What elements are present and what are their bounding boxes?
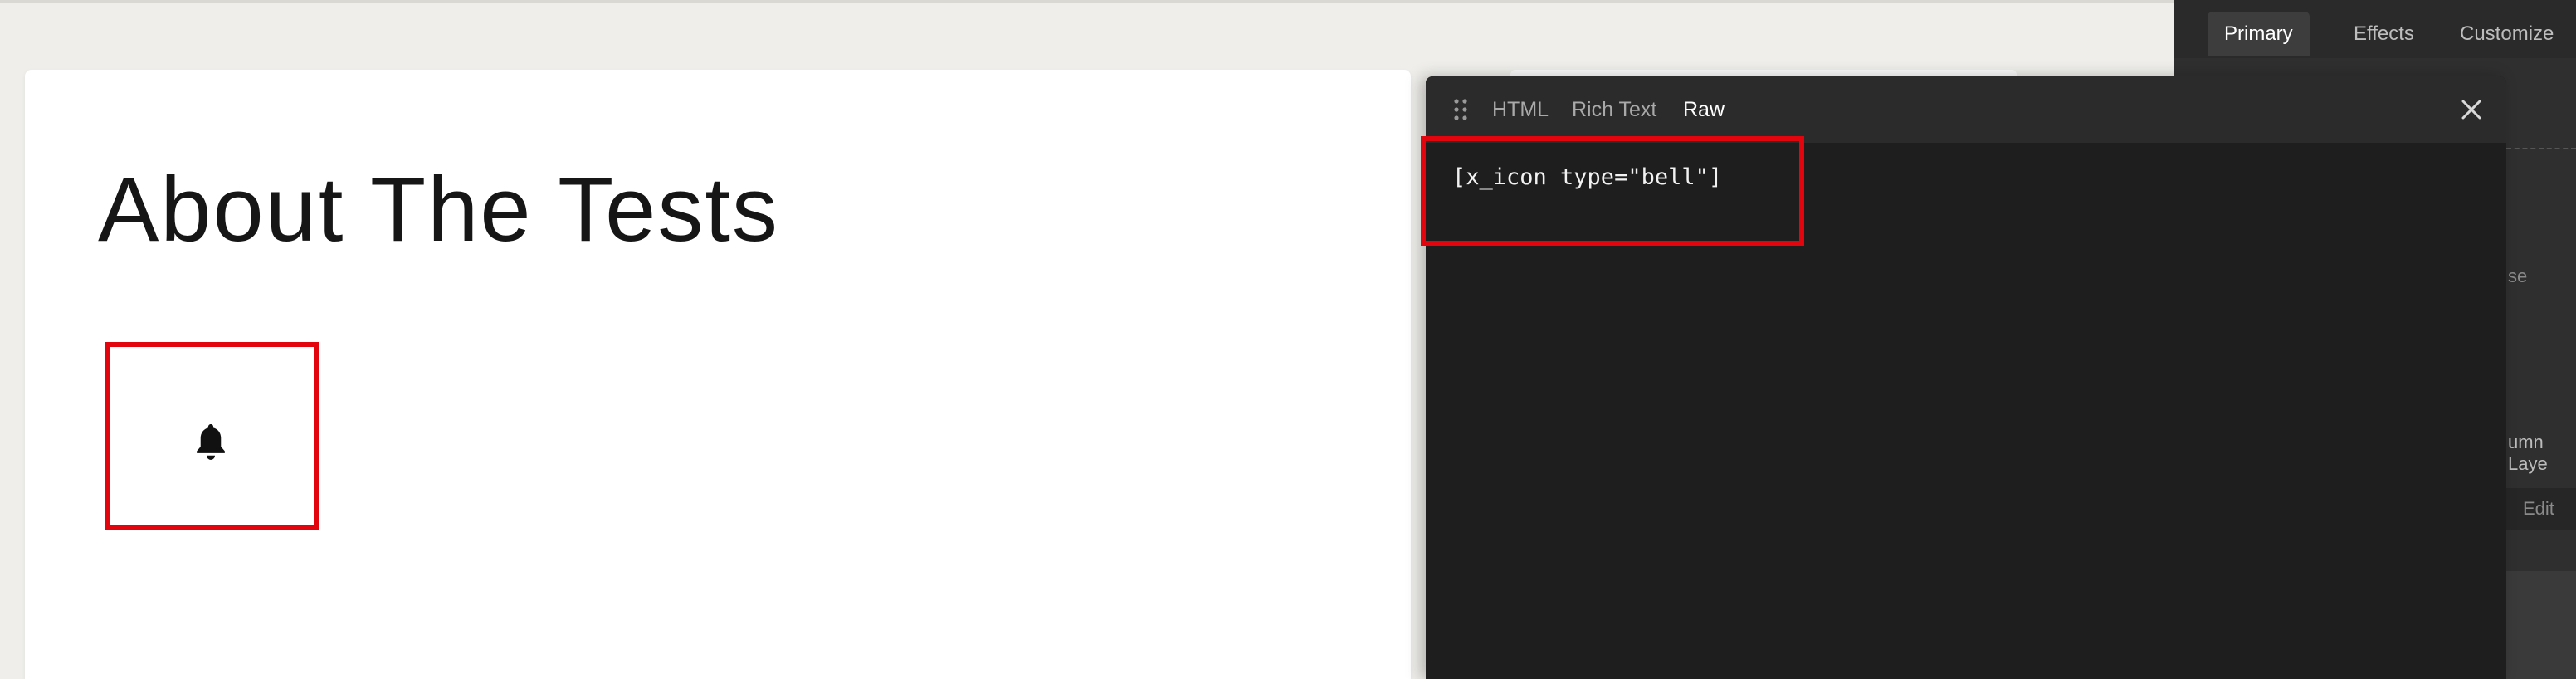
tab-effects[interactable]: Effects	[2337, 12, 2431, 56]
drag-handle-icon[interactable]	[1452, 98, 1469, 121]
code-highlight-box	[1421, 136, 1804, 246]
close-icon[interactable]	[2458, 96, 2485, 123]
column-layout-label: umn Laye	[2508, 432, 2548, 474]
tab-customize[interactable]: Customize	[2443, 12, 2570, 56]
tab-rich-text[interactable]: Rich Text	[1572, 76, 1656, 143]
editor-header: HTML Rich Text Raw	[1426, 76, 2506, 143]
tab-primary[interactable]: Primary	[2208, 12, 2310, 56]
edit-label: Edit	[2523, 498, 2554, 519]
inspector-tabs: Primary Effects Customize	[2174, 0, 2576, 58]
page-title: About The Tests	[98, 159, 779, 261]
edit-row[interactable]: Edit	[2506, 488, 2576, 530]
panel-partial-label: se	[2508, 266, 2528, 286]
top-border	[0, 0, 2174, 3]
code-editor-modal: HTML Rich Text Raw [x_icon type="bell"]	[1421, 76, 2506, 679]
panel-bottom-block	[2506, 571, 2576, 679]
panel-divider	[2506, 148, 2576, 149]
tab-html[interactable]: HTML	[1492, 76, 1549, 143]
tab-raw[interactable]: Raw	[1683, 76, 1725, 143]
bell-icon[interactable]	[192, 422, 230, 463]
code-editor-content[interactable]: [x_icon type="bell"]	[1452, 164, 1722, 190]
